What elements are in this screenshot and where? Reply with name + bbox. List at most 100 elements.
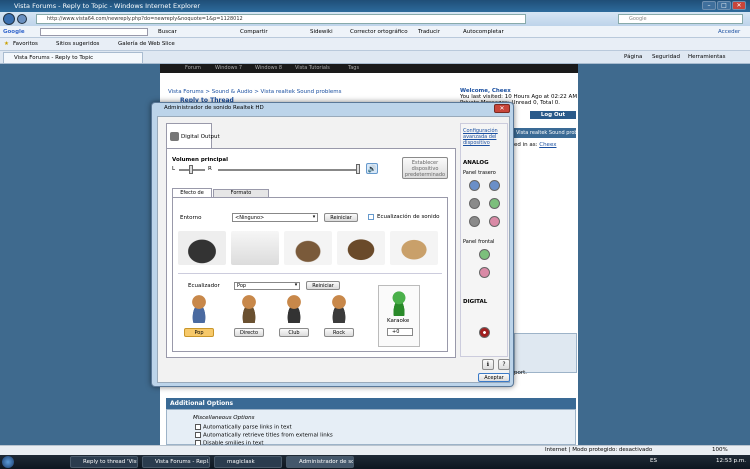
accept-button[interactable]: Aceptar <box>478 373 510 382</box>
jack-side-icon[interactable] <box>469 198 480 209</box>
volume-slider-track <box>218 169 358 171</box>
analog-label: ANALOG <box>463 160 489 166</box>
nav-forum[interactable]: Forum <box>185 64 201 73</box>
dialog-close-button[interactable]: ✕ <box>494 104 510 113</box>
tools-menu[interactable]: Herramientas <box>688 52 725 62</box>
logout-button[interactable]: Log Out <box>530 111 576 119</box>
signin-link[interactable]: Acceder <box>718 27 740 37</box>
translate-button[interactable]: Traducir <box>418 27 440 37</box>
nav-tags[interactable]: Tags <box>348 64 359 73</box>
status-bar: Internet | Modo protegido: desactivado 1… <box>0 445 750 455</box>
jack-front-pink-icon[interactable] <box>479 267 490 278</box>
rear-panel-label: Panel trasero <box>463 170 496 176</box>
autocomplete-button[interactable]: Autocompletar <box>463 27 504 37</box>
start-orb-icon[interactable] <box>2 456 14 468</box>
option-retrieve-titles[interactable]: Automatically retrieve titles from exter… <box>195 432 333 439</box>
environment-reset-button[interactable]: Reiniciar <box>324 213 358 222</box>
environment-select[interactable]: <Ninguno> <box>232 213 318 222</box>
volume-slider-handle[interactable] <box>356 164 360 174</box>
sound-eq-checkbox[interactable] <box>368 214 374 220</box>
forward-icon[interactable] <box>17 14 27 24</box>
logged-in-label: ed in as: <box>514 142 540 148</box>
close-button[interactable]: ✕ <box>732 1 746 10</box>
logged-user-link[interactable]: Cheex <box>539 142 556 148</box>
taskbar-item-vista-forums[interactable]: Vista Forums - Repl... <box>142 456 210 468</box>
dialog-body: Digital Output Volumen principal L R 🔊 E… <box>157 116 510 383</box>
page-menu[interactable]: Página <box>624 52 642 62</box>
help-icon[interactable]: ? <box>498 359 510 370</box>
sound-eq-label: Ecualización de sonido <box>377 214 440 220</box>
jack-line-in-icon[interactable] <box>469 180 480 191</box>
equalizer-select[interactable]: Pop <box>234 282 300 290</box>
jack-front-out-icon[interactable] <box>489 198 500 209</box>
nav-tutorials[interactable]: Vista Tutorials <box>295 64 330 73</box>
tab-row: Vista Forums - Reply to Topic Página Seg… <box>0 51 750 64</box>
karaoke-icon <box>389 290 409 316</box>
security-menu[interactable]: Seguridad <box>652 52 680 62</box>
env-colosseum-image[interactable] <box>284 231 332 265</box>
karaoke-label: Karaoke <box>387 318 410 324</box>
minimize-button[interactable]: – <box>702 1 716 10</box>
advanced-settings-link[interactable]: Configuración avanzada del dispositivo <box>463 128 507 146</box>
suggested-sites-link[interactable]: Sitios sugeridos <box>56 39 99 49</box>
search-input[interactable]: Google <box>618 14 743 24</box>
compartir-button[interactable]: Compartir <box>240 27 268 37</box>
zone-status: Internet | Modo protegido: desactivado <box>545 447 653 453</box>
jack-front-green-icon[interactable] <box>479 249 490 260</box>
maximize-button[interactable]: □ <box>717 1 731 10</box>
preset-club-button[interactable]: Club <box>279 328 309 337</box>
buscar-button[interactable]: Buscar <box>158 27 177 37</box>
taskbar-item-realtek[interactable]: Administrador de so... <box>286 456 354 468</box>
env-opera-image[interactable] <box>390 231 438 265</box>
device-tab-label: Digital Output <box>181 134 220 140</box>
pop-figure-icon <box>188 295 210 323</box>
equalizer-reset-button[interactable]: Reiniciar <box>306 281 340 290</box>
karaoke-stepper[interactable]: +0 <box>387 328 413 336</box>
env-room-image[interactable] <box>178 231 226 265</box>
additional-options-body: Miscellaneous Options Automatically pars… <box>166 409 576 447</box>
option-parse-links[interactable]: Automatically parse links in text <box>195 424 292 431</box>
device-tab[interactable]: Digital Output <box>166 123 220 149</box>
zoom-level[interactable]: 100% <box>712 446 728 455</box>
sidewiki-button[interactable]: Sidewiki <box>310 27 333 37</box>
digital-label: DIGITAL <box>463 299 488 305</box>
balance-slider-handle[interactable] <box>189 165 193 174</box>
tab-active[interactable]: Vista Forums - Reply to Topic <box>3 52 143 63</box>
taskbar-item-reply[interactable]: Reply to thread 'Vist... <box>70 456 138 468</box>
taskbar: Reply to thread 'Vist... Vista Forums - … <box>0 455 750 469</box>
spellcheck-button[interactable]: Corrector ortográfico <box>350 27 408 37</box>
thread-title-box: Vista realtek Sound problems <box>514 128 576 138</box>
clock[interactable]: 12:53 p.m. <box>716 458 746 464</box>
favorites-button[interactable]: Favoritos <box>13 39 38 49</box>
karaoke-box: Karaoke +0 <box>378 285 420 347</box>
env-bathroom-image[interactable] <box>231 231 279 265</box>
address-input[interactable]: http://www.vista64.com/newreply.php?do=n… <box>36 14 526 24</box>
mute-speaker-icon[interactable]: 🔊 <box>366 163 378 174</box>
connector-panel: Configuración avanzada del dispositivo A… <box>460 123 508 357</box>
nav-windows8[interactable]: Windows 8 <box>255 64 282 73</box>
set-default-device-button[interactable]: Establecer dispositivo predeterminado <box>402 157 448 179</box>
google-search-input[interactable] <box>40 28 148 36</box>
jack-rear-gray-icon[interactable] <box>469 216 480 227</box>
preset-pop-button[interactable]: Pop <box>184 328 214 337</box>
google-logo: Google <box>3 29 25 35</box>
nav-windows7[interactable]: Windows 7 <box>215 64 242 73</box>
misc-options-label: Miscellaneous Options <box>193 415 255 421</box>
jack-rear-blue-icon[interactable] <box>489 180 500 191</box>
spdif-jack-icon[interactable] <box>479 327 490 338</box>
jack-mic-icon[interactable] <box>489 216 500 227</box>
taskbar-item-magiclask[interactable]: magiclask <box>214 456 282 468</box>
preset-rock-button[interactable]: Rock <box>324 328 354 337</box>
language-indicator[interactable]: ES <box>650 458 657 464</box>
web-slice-gallery-link[interactable]: Galería de Web Slice <box>118 39 175 49</box>
preset-live-button[interactable]: Directo <box>234 328 264 337</box>
volume-label: Volumen principal <box>172 157 228 163</box>
breadcrumb[interactable]: Vista Forums > Sound & Audio > Vista rea… <box>168 89 341 95</box>
back-icon[interactable] <box>3 13 15 25</box>
tab-sound-effect[interactable]: Efecto de sonido <box>172 188 212 204</box>
tab-default-format[interactable]: Formato predeterminado <box>213 189 269 203</box>
option-retrieve-titles-label: Automatically retrieve titles from exter… <box>203 432 333 439</box>
info-icon[interactable]: ℹ <box>482 359 494 370</box>
env-hall-image[interactable] <box>337 231 385 265</box>
equalizer-label: Ecualizador <box>188 283 220 289</box>
